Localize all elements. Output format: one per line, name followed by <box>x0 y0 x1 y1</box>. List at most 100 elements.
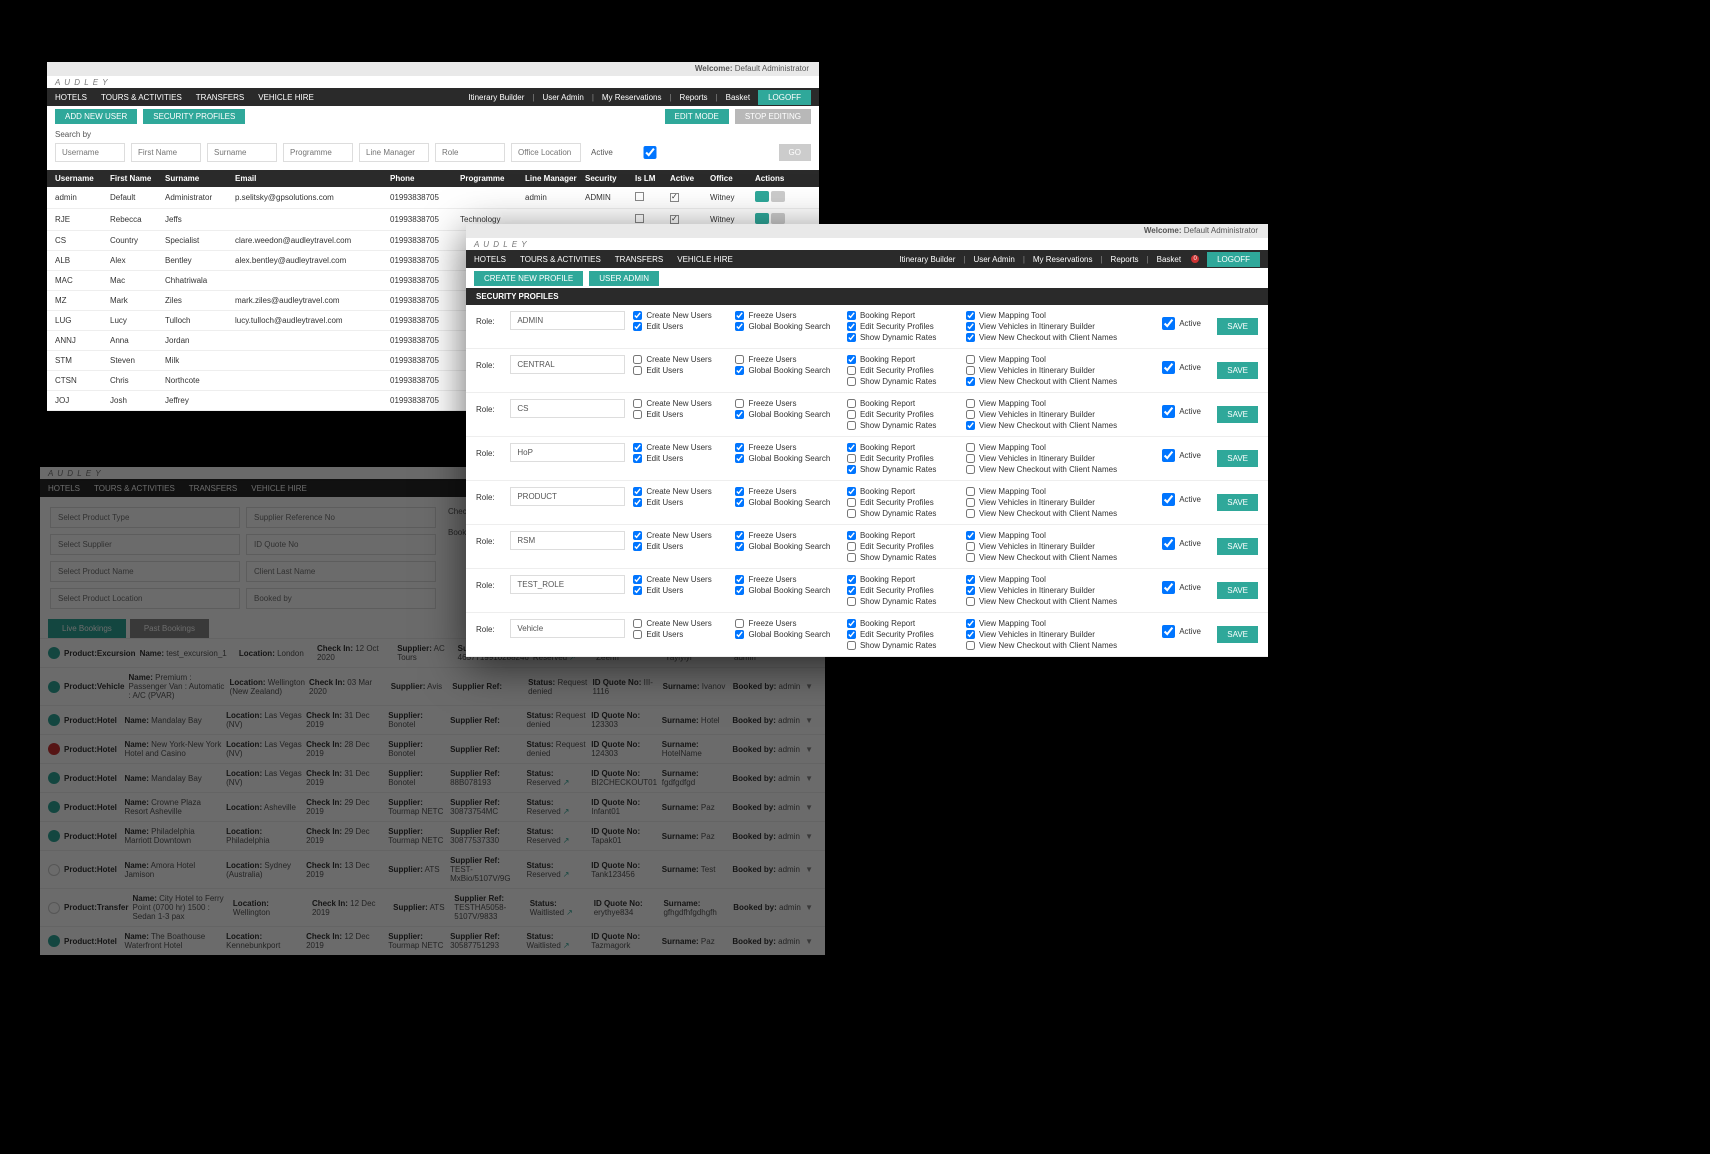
active-checkbox[interactable] <box>1162 449 1175 462</box>
nav-reports[interactable]: Reports <box>1111 255 1139 264</box>
save-button[interactable]: SAVE <box>1217 318 1258 335</box>
perm-vib[interactable]: View Vehicles in Itinerary Builder <box>966 366 1154 375</box>
perm-mapping[interactable]: View Mapping Tool <box>966 487 1154 496</box>
perm-vnc-checkbox[interactable] <box>966 597 975 606</box>
perm-create[interactable]: Create New Users <box>633 311 727 320</box>
perm-breport[interactable]: Booking Report <box>847 619 958 628</box>
save-button[interactable]: SAVE <box>1217 538 1258 555</box>
perm-create[interactable]: Create New Users <box>633 355 727 364</box>
perm-edit-checkbox[interactable] <box>633 454 642 463</box>
perm-edit-checkbox[interactable] <box>633 542 642 551</box>
perm-vib[interactable]: View Vehicles in Itinerary Builder <box>966 322 1154 331</box>
perm-dynrates[interactable]: Show Dynamic Rates <box>847 377 958 386</box>
perm-freeze[interactable]: Freeze Users <box>735 355 839 364</box>
perm-breport-checkbox[interactable] <box>847 311 856 320</box>
nav-hotels[interactable]: HOTELS <box>48 484 80 493</box>
role-input[interactable] <box>510 355 625 374</box>
edit-icon[interactable] <box>755 191 769 202</box>
perm-esec[interactable]: Edit Security Profiles <box>847 630 958 639</box>
search-office[interactable] <box>511 143 581 162</box>
perm-vnc[interactable]: View New Checkout with Client Names <box>966 553 1154 562</box>
role-input[interactable] <box>510 531 625 550</box>
perm-dynrates[interactable]: Show Dynamic Rates <box>847 421 958 430</box>
active-checkbox[interactable] <box>615 146 685 159</box>
active-cell[interactable]: Active <box>1162 619 1209 638</box>
perm-vib-checkbox[interactable] <box>966 586 975 595</box>
save-button[interactable]: SAVE <box>1217 362 1258 379</box>
booking-row[interactable]: Product:Hotel Name: Mandalay Bay Locatio… <box>40 705 825 734</box>
perm-global-checkbox[interactable] <box>735 498 744 507</box>
perm-mapping[interactable]: View Mapping Tool <box>966 443 1154 452</box>
logoff-button[interactable]: LOGOFF <box>758 90 811 105</box>
perm-edit[interactable]: Edit Users <box>633 410 727 419</box>
perm-global-checkbox[interactable] <box>735 630 744 639</box>
role-input[interactable] <box>510 443 625 462</box>
save-button[interactable]: SAVE <box>1217 494 1258 511</box>
active-checkbox[interactable] <box>1162 361 1175 374</box>
nav-vehicle[interactable]: VEHICLE HIRE <box>258 93 314 102</box>
external-link-icon[interactable]: ↗ <box>566 908 573 917</box>
perm-edit-checkbox[interactable] <box>633 586 642 595</box>
active-cell[interactable]: Active <box>1162 531 1209 550</box>
tab-past[interactable]: Past Bookings <box>130 619 209 638</box>
nav-vehicle[interactable]: VEHICLE HIRE <box>677 255 733 264</box>
perm-edit[interactable]: Edit Users <box>633 542 727 551</box>
perm-dynrates-checkbox[interactable] <box>847 333 856 342</box>
filter-product-name[interactable] <box>50 561 240 582</box>
nav-transfers[interactable]: TRANSFERS <box>189 484 237 493</box>
perm-vnc-checkbox[interactable] <box>966 641 975 650</box>
tab-live[interactable]: Live Bookings <box>48 619 126 638</box>
perm-freeze[interactable]: Freeze Users <box>735 531 839 540</box>
active-checkbox[interactable] <box>1162 537 1175 550</box>
booking-row[interactable]: Product:Transfer Name: City Hotel to Fer… <box>40 888 825 926</box>
perm-mapping-checkbox[interactable] <box>966 575 975 584</box>
perm-vib-checkbox[interactable] <box>966 322 975 331</box>
filter-bookedby[interactable] <box>246 588 436 609</box>
perm-vnc-checkbox[interactable] <box>966 465 975 474</box>
role-input[interactable] <box>510 399 625 418</box>
perm-create[interactable]: Create New Users <box>633 443 727 452</box>
perm-edit[interactable]: Edit Users <box>633 630 727 639</box>
perm-freeze[interactable]: Freeze Users <box>735 487 839 496</box>
edit-icon[interactable] <box>755 213 769 224</box>
perm-mapping[interactable]: View Mapping Tool <box>966 575 1154 584</box>
perm-global[interactable]: Global Booking Search <box>735 630 839 639</box>
perm-dynrates-checkbox[interactable] <box>847 641 856 650</box>
perm-vib-checkbox[interactable] <box>966 454 975 463</box>
filter-supplier[interactable] <box>50 534 240 555</box>
lock-icon[interactable] <box>771 213 785 224</box>
perm-vnc[interactable]: View New Checkout with Client Names <box>966 597 1154 606</box>
chevron-down-icon[interactable]: ▼ <box>805 803 813 812</box>
perm-vnc-checkbox[interactable] <box>966 377 975 386</box>
perm-global[interactable]: Global Booking Search <box>735 322 839 331</box>
nav-vehicle[interactable]: VEHICLE HIRE <box>251 484 307 493</box>
external-link-icon[interactable]: ↗ <box>563 870 570 879</box>
perm-create[interactable]: Create New Users <box>633 619 727 628</box>
perm-create-checkbox[interactable] <box>633 399 642 408</box>
nav-basket[interactable]: Basket <box>726 93 750 102</box>
perm-vib-checkbox[interactable] <box>966 410 975 419</box>
perm-breport[interactable]: Booking Report <box>847 311 958 320</box>
nav-basket[interactable]: Basket <box>1157 255 1181 264</box>
booking-row[interactable]: Product:Hotel Name: Amora Hotel Jamison … <box>40 850 825 888</box>
booking-row[interactable]: Product:Vehicle Name: Premium : Passenge… <box>40 667 825 705</box>
perm-mapping-checkbox[interactable] <box>966 355 975 364</box>
perm-vnc[interactable]: View New Checkout with Client Names <box>966 421 1154 430</box>
perm-create[interactable]: Create New Users <box>633 487 727 496</box>
perm-mapping[interactable]: View Mapping Tool <box>966 531 1154 540</box>
nav-transfers[interactable]: TRANSFERS <box>615 255 663 264</box>
perm-dynrates-checkbox[interactable] <box>847 465 856 474</box>
perm-global-checkbox[interactable] <box>735 454 744 463</box>
search-surname[interactable] <box>207 143 277 162</box>
perm-vnc[interactable]: View New Checkout with Client Names <box>966 333 1154 342</box>
create-profile-button[interactable]: CREATE NEW PROFILE <box>474 271 583 286</box>
perm-create-checkbox[interactable] <box>633 355 642 364</box>
perm-edit[interactable]: Edit Users <box>633 366 727 375</box>
lock-icon[interactable] <box>771 191 785 202</box>
perm-vib[interactable]: View Vehicles in Itinerary Builder <box>966 454 1154 463</box>
perm-dynrates-checkbox[interactable] <box>847 509 856 518</box>
perm-freeze[interactable]: Freeze Users <box>735 399 839 408</box>
perm-vnc-checkbox[interactable] <box>966 333 975 342</box>
chevron-down-icon[interactable]: ▼ <box>805 832 813 841</box>
perm-create[interactable]: Create New Users <box>633 575 727 584</box>
